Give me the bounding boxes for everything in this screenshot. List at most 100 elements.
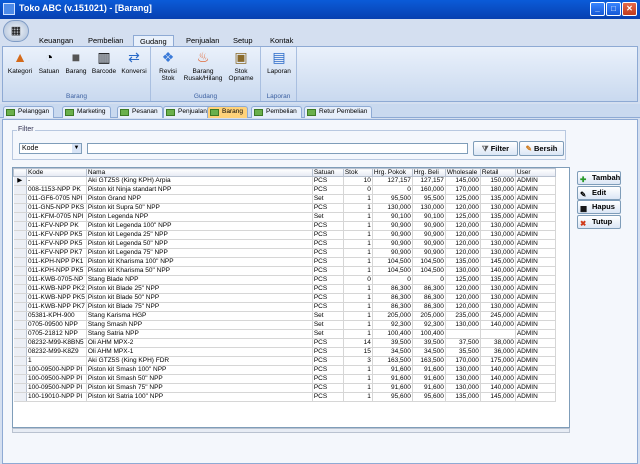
doc-tab-marketing[interactable]: Marketing xyxy=(62,106,111,118)
row-indicator[interactable] xyxy=(13,383,27,393)
row-indicator[interactable] xyxy=(13,185,27,195)
delete-button[interactable]: ▦ Hapus xyxy=(577,200,621,214)
table-row[interactable]: 011-GF6-0705 NPI Piston Grand NPP Set 1 95,5… xyxy=(13,194,556,204)
row-indicator[interactable] xyxy=(13,239,27,249)
table-row[interactable]: 011-KFV-NPP PK5 Piston kit Legenda 25" NP… xyxy=(13,230,556,240)
table-row[interactable]: 011-KWB-NPP PK5 Piston kit Blade 50" NPP P… xyxy=(13,293,556,303)
table-row[interactable]: 011-KWB-NPP PK7 Piston kit Blade 75" NPP P… xyxy=(13,302,556,312)
revisi-stok-button[interactable]: ❖ Revisi Stok xyxy=(155,48,181,82)
row-indicator[interactable] xyxy=(13,194,27,204)
clear-button[interactable]: ✎ Bersih xyxy=(519,141,564,156)
row-indicator[interactable] xyxy=(13,203,27,213)
doc-tab-pelanggan[interactable]: Pelanggan xyxy=(3,106,55,118)
table-row[interactable]: 011-GN5-NPP PKS Piston kit Supra 50" NPP P… xyxy=(13,203,556,213)
column-header-user[interactable]: User xyxy=(514,168,556,177)
chevron-down-icon[interactable]: ▼ xyxy=(72,144,81,153)
stok-opname-button[interactable]: ▣ Stok Opname xyxy=(225,48,257,82)
row-indicator[interactable] xyxy=(13,221,27,231)
table-cell: 05381-KPH-900 xyxy=(26,311,87,321)
close-button[interactable]: ✖ Tutup xyxy=(577,215,621,229)
table-row[interactable]: 011-KPH-NPP PK1 Piston kit Kharisma 100" … xyxy=(13,257,556,267)
row-indicator[interactable] xyxy=(13,275,27,285)
row-indicator[interactable] xyxy=(13,329,27,339)
revision-icon: ❖ xyxy=(161,49,175,65)
barang-rusak-button[interactable]: ♨ Barang Rusak/Hilang xyxy=(183,48,223,82)
close-window-button[interactable]: ✕ xyxy=(622,2,637,16)
doc-tab-retur-pembelian[interactable]: Retur Pembelian xyxy=(304,106,373,118)
table-cell: PCS xyxy=(312,293,344,303)
barcode-button[interactable]: ▥ Barcode xyxy=(90,48,118,75)
konversi-button[interactable]: ⇄ Konversi xyxy=(119,48,149,75)
table-row[interactable]: 0705-09500 NPP Stang Smash NPP Set 1 92,300 9… xyxy=(13,320,556,330)
table-cell: PCS xyxy=(312,203,344,213)
column-header-nama[interactable]: Nama xyxy=(85,168,313,177)
minimize-button[interactable]: _ xyxy=(590,2,605,16)
horizontal-scrollbar[interactable] xyxy=(12,428,570,433)
column-header-kode[interactable]: Kode xyxy=(26,168,87,177)
table-row[interactable]: 011-KWB-0705-NP Stang Blade NPP PCS 0 0 0 125,… xyxy=(13,275,556,285)
table-row[interactable]: ▶ - Aki GTZ5S (King KPH) Arpia PCS 10 127,157… xyxy=(13,176,556,186)
table-row[interactable]: 1 Aki GTZ5S (King KPH) FDR PCS 3 163,500 163,… xyxy=(13,356,556,366)
row-indicator[interactable] xyxy=(13,266,27,276)
row-indicator[interactable] xyxy=(13,356,27,366)
table-row[interactable]: 100-09500-NPP PI Piston kit Smash 50" NPP… xyxy=(13,374,556,384)
table-row[interactable]: 011-KWB-NPP PK2 Piston kit Blade 25" NPP P… xyxy=(13,284,556,294)
row-indicator[interactable] xyxy=(13,311,27,321)
barcode-icon: ▥ xyxy=(97,49,111,65)
row-indicator[interactable] xyxy=(13,230,27,240)
row-indicator[interactable] xyxy=(13,257,27,267)
doc-tab-pembelian[interactable]: Pembelian xyxy=(251,106,302,118)
filter-button[interactable]: ⧩ Filter xyxy=(473,141,518,156)
row-indicator[interactable] xyxy=(13,392,27,402)
table-cell: Aki GTZ5S (King KPH) FDR xyxy=(86,356,313,366)
table-row[interactable]: 08232-M99-K8BN5 Oli AHM MPX-2 PCS 14 39,500 3… xyxy=(13,338,556,348)
row-indicator[interactable] xyxy=(13,320,27,330)
filter-text-input[interactable] xyxy=(87,143,468,154)
kategori-button[interactable]: ▲ Kategori xyxy=(6,48,34,75)
table-cell: 163,500 xyxy=(372,356,413,366)
column-header-satuan[interactable]: Satuan xyxy=(311,168,344,177)
table-row[interactable]: 011-KFM-0705 NPI Piston Legenda NPP Set 1 90… xyxy=(13,212,556,222)
table-row[interactable]: 100-09500-NPP PI Piston kit Smash 100" NP… xyxy=(13,365,556,375)
table-row[interactable]: 100-19010-NPP PI Piston kit Satria 100" N… xyxy=(13,392,556,402)
table-cell: 011-GF6-0705 NPI xyxy=(26,194,87,204)
row-indicator[interactable] xyxy=(13,293,27,303)
table-cell: 86,300 xyxy=(412,302,446,312)
ribbon-group-barang: ▲ Kategori ◔ Satuan ■ Barang ▥ Barcode ⇄… xyxy=(3,47,151,101)
row-indicator[interactable] xyxy=(13,284,27,294)
column-header-stok[interactable]: Stok xyxy=(342,168,373,177)
table-row[interactable]: 08232-M99-K8Z9 Oli AHM MPX-1 PCS 15 34,500 34… xyxy=(13,347,556,357)
items-grid[interactable]: Kode Nama Satuan Stok Hrg. Pokok Hrg. Be… xyxy=(12,167,570,428)
column-header-wholesale[interactable]: Wholesale xyxy=(444,168,481,177)
filter-field-select[interactable]: Kode ▼ xyxy=(19,143,82,154)
table-cell: 011-KFV-NPP PK7 xyxy=(26,248,87,258)
table-row[interactable]: 008-1153-NPP PK Piston kit Ninja standart… xyxy=(13,185,556,195)
row-indicator[interactable] xyxy=(13,302,27,312)
table-row[interactable]: 011-KPH-NPP PK5 Piston kit Kharisma 50" N… xyxy=(13,266,556,276)
row-indicator[interactable] xyxy=(13,347,27,357)
table-row[interactable]: 011-KFV-NPP PK7 Piston kit Legenda 75" NP… xyxy=(13,248,556,258)
row-indicator[interactable] xyxy=(13,212,27,222)
table-row[interactable]: 100-09500-NPP PI Piston kit Smash 75" NPP… xyxy=(13,383,556,393)
maximize-button[interactable]: □ xyxy=(606,2,621,16)
doc-tab-pesanan[interactable]: Pesanan xyxy=(117,106,163,118)
laporan-button[interactable]: ▤ Laporan xyxy=(263,48,295,75)
edit-button[interactable]: ✎ Edit xyxy=(577,186,621,200)
row-indicator[interactable] xyxy=(13,374,27,384)
table-row[interactable]: 0705-21812 NPP Stang Satria NPP Set 1 100,40… xyxy=(13,329,556,339)
doc-tab-penjualan[interactable]: Penjualan xyxy=(163,106,212,118)
row-indicator[interactable]: ▶ xyxy=(13,176,27,186)
barang-button[interactable]: ■ Barang xyxy=(63,48,89,75)
column-header-hrg-pokok[interactable]: Hrg. Pokok xyxy=(371,168,413,177)
table-row[interactable]: 011-KFV-NPP PK5 Piston kit Legenda 50" NP… xyxy=(13,239,556,249)
row-indicator[interactable] xyxy=(13,248,27,258)
row-indicator[interactable] xyxy=(13,338,27,348)
satuan-button[interactable]: ◔ Satuan xyxy=(36,48,62,75)
column-header-retail[interactable]: Retail xyxy=(479,168,516,177)
doc-tab-barang[interactable]: Barang xyxy=(207,106,248,118)
table-row[interactable]: 011-KFV-NPP PK Piston kit Legenda 100" NP… xyxy=(13,221,556,231)
table-row[interactable]: 05381-KPH-900 Stang Karisma HGP Set 1 205,00… xyxy=(13,311,556,321)
column-header-hrg-beli[interactable]: Hrg. Beli xyxy=(411,168,446,177)
row-indicator[interactable] xyxy=(13,365,27,375)
add-button[interactable]: ✚ Tambah xyxy=(577,171,621,185)
